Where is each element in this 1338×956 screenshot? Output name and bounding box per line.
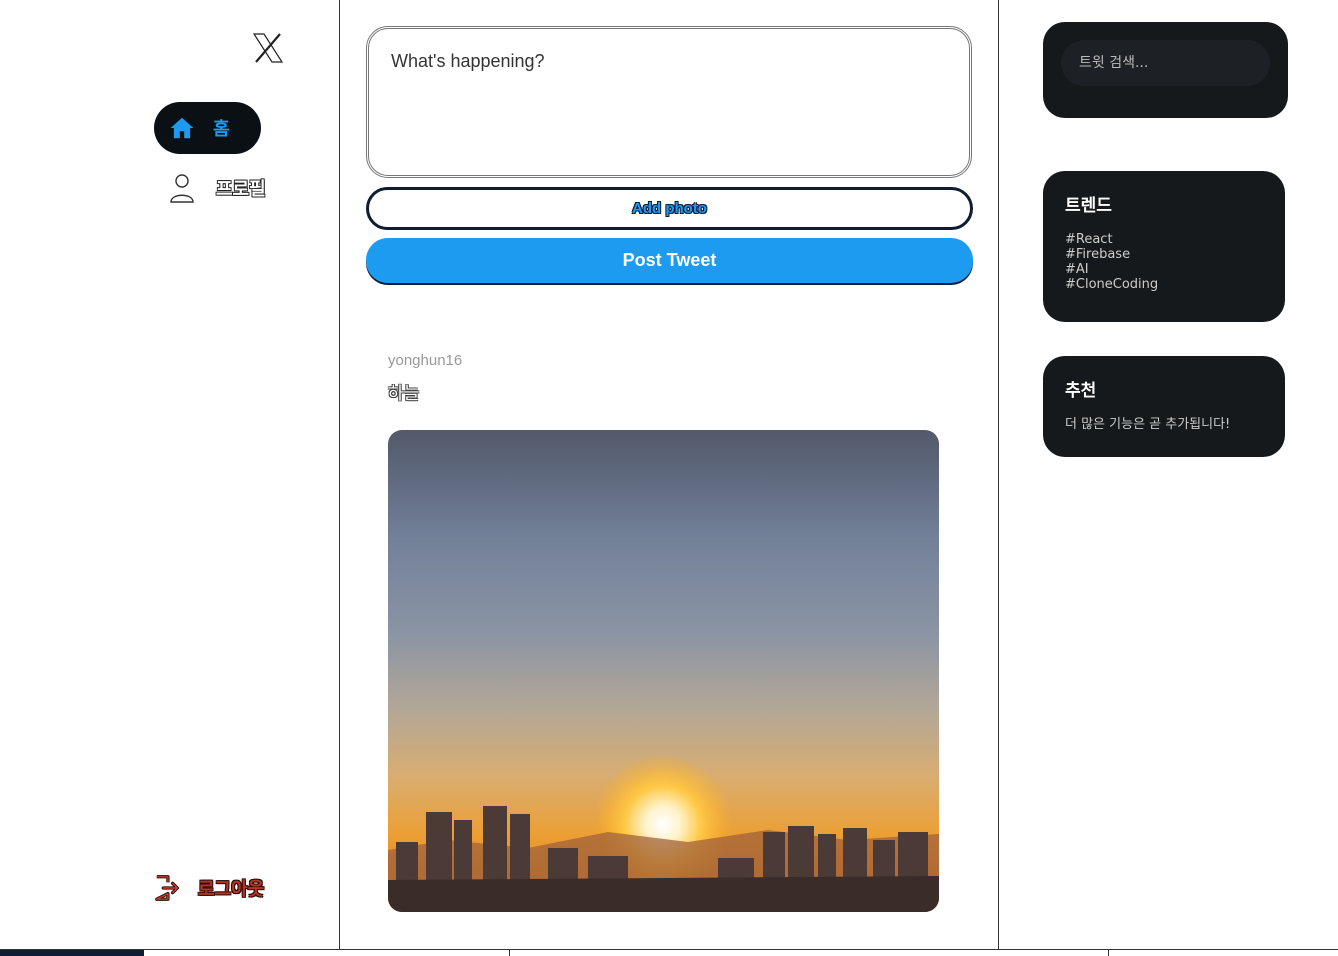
sidebar-item-home[interactable]: 홈: [154, 102, 261, 154]
sidebar-item-label: 프로필: [216, 179, 266, 200]
recommend-title: 추천: [1065, 381, 1097, 401]
x-logo-icon[interactable]: [250, 28, 286, 68]
recommend-card: 추천 더 많은 기능은 곧 추가됩니다!: [1043, 356, 1285, 457]
bottom-strip: [0, 949, 1338, 956]
search-input[interactable]: [1061, 40, 1270, 86]
divider: [1108, 950, 1109, 956]
add-photo-button[interactable]: Add photo: [366, 187, 973, 230]
tweet-username: yonghun16: [388, 352, 463, 369]
logout-label: 로그아웃: [198, 879, 265, 900]
trend-item[interactable]: #CloneCoding: [1065, 277, 1263, 292]
trends-card: 트렌드 #React #Firebase #AI #CloneCoding: [1043, 171, 1285, 322]
trend-item[interactable]: #AI: [1065, 262, 1263, 277]
sidebar-item-label: 홈: [213, 119, 230, 140]
sidebar-item-profile[interactable]: 프로필: [160, 166, 280, 210]
tweet-photo: [388, 430, 939, 912]
tweet-item: yonghun16 하늘: [388, 352, 940, 912]
recommend-text: 더 많은 기능은 곧 추가됩니다!: [1065, 417, 1231, 432]
main-feed: Add photo Post Tweet yonghun16 하늘: [340, 0, 999, 950]
trends-list: #React #Firebase #AI #CloneCoding: [1065, 232, 1263, 292]
trend-item[interactable]: #React: [1065, 232, 1263, 247]
bottom-accent-bar: [0, 950, 144, 956]
home-icon: [168, 114, 196, 142]
logout-button[interactable]: 로그아웃: [152, 868, 282, 908]
left-sidebar: 홈 프로필 로그아웃: [0, 0, 340, 950]
logout-icon: [152, 872, 182, 904]
tweet-composer: [366, 26, 972, 178]
search-card: [1043, 22, 1288, 118]
tweet-text: 하늘: [388, 384, 420, 404]
trend-item[interactable]: #Firebase: [1065, 247, 1263, 262]
user-icon: [168, 172, 196, 204]
post-tweet-button[interactable]: Post Tweet: [366, 238, 973, 283]
right-sidebar: 트렌드 #React #Firebase #AI #CloneCoding 추천…: [999, 0, 1338, 950]
trends-title: 트렌드: [1065, 196, 1112, 216]
tweet-input[interactable]: [369, 29, 969, 175]
divider: [509, 950, 510, 956]
